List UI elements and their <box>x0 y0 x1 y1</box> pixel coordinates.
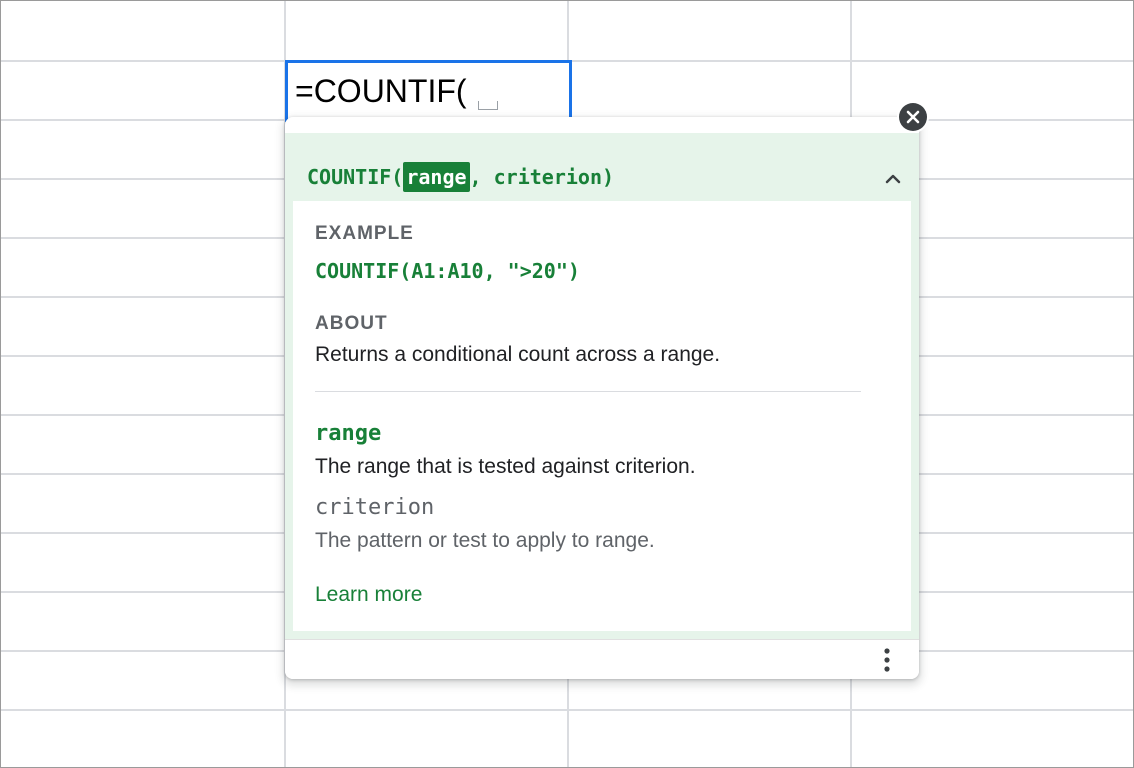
function-signature: COUNTIF(range, criterion) <box>307 162 615 192</box>
signature-rest: , criterion) <box>469 165 615 189</box>
argument-description-range: The range that is tested against criteri… <box>315 455 696 478</box>
signature-function-name: COUNTIF( <box>307 165 404 189</box>
argument-name-range: range <box>315 421 382 446</box>
cell-formula-text[interactable]: =COUNTIF( <box>295 73 467 109</box>
chevron-up-icon <box>885 174 901 184</box>
about-text: Returns a conditional count across a ran… <box>315 343 721 366</box>
about-label: ABOUT <box>315 313 388 334</box>
function-help-popup: COUNTIF(range, criterion) EXAMPLE COUNTI… <box>285 117 919 679</box>
popup-footer <box>285 639 919 679</box>
more-vert-icon <box>884 648 890 672</box>
example-label: EXAMPLE <box>315 223 414 244</box>
grid-row-line <box>1 709 1133 711</box>
argument-name-criterion: criterion <box>315 495 435 520</box>
example-code: COUNTIF(A1:A10, ">20") <box>315 259 580 283</box>
collapse-button[interactable] <box>881 167 905 191</box>
function-help-body: EXAMPLE COUNTIF(A1:A10, ">20") ABOUT Ret… <box>293 201 911 631</box>
signature-active-arg: range <box>403 162 470 192</box>
spreadsheet-window: =COUNTIF( COUNTIF(range, criterion) EXAM… <box>0 0 1134 768</box>
close-button[interactable] <box>899 103 927 131</box>
more-options-button[interactable] <box>875 646 899 674</box>
divider <box>315 391 861 392</box>
active-cell-editor[interactable]: =COUNTIF( <box>285 60 572 122</box>
close-icon <box>906 110 920 124</box>
argument-description-criterion: The pattern or test to apply to range. <box>315 529 655 552</box>
space-hint-icon <box>478 101 498 110</box>
learn-more-link[interactable]: Learn more <box>315 583 422 607</box>
